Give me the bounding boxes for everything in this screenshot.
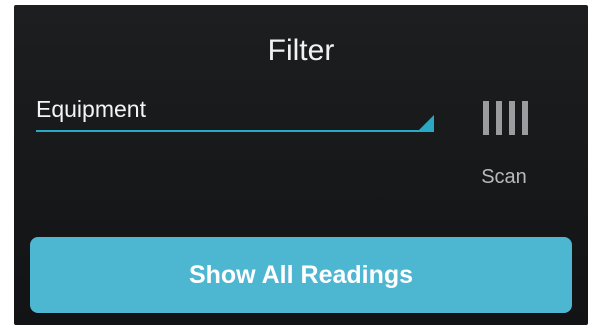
scan-button[interactable]: Scan — [469, 99, 539, 194]
dropdown-corner-arrow-icon — [419, 115, 434, 130]
filter-panel: Filter Equipment Scan Show All Readings — [14, 5, 588, 325]
scan-barcode-icon — [483, 101, 529, 135]
page-title: Filter — [267, 34, 335, 67]
scan-bar — [496, 101, 502, 135]
scan-label: Scan — [481, 166, 527, 188]
scan-bar — [509, 101, 515, 135]
dropdown-selected-value: Equipment — [36, 96, 146, 122]
equipment-dropdown[interactable]: Equipment — [36, 94, 434, 132]
show-all-readings-button[interactable]: Show All Readings — [30, 237, 572, 313]
scan-bar — [483, 101, 489, 135]
scan-bar — [522, 101, 528, 135]
dropdown-underline — [36, 130, 434, 132]
